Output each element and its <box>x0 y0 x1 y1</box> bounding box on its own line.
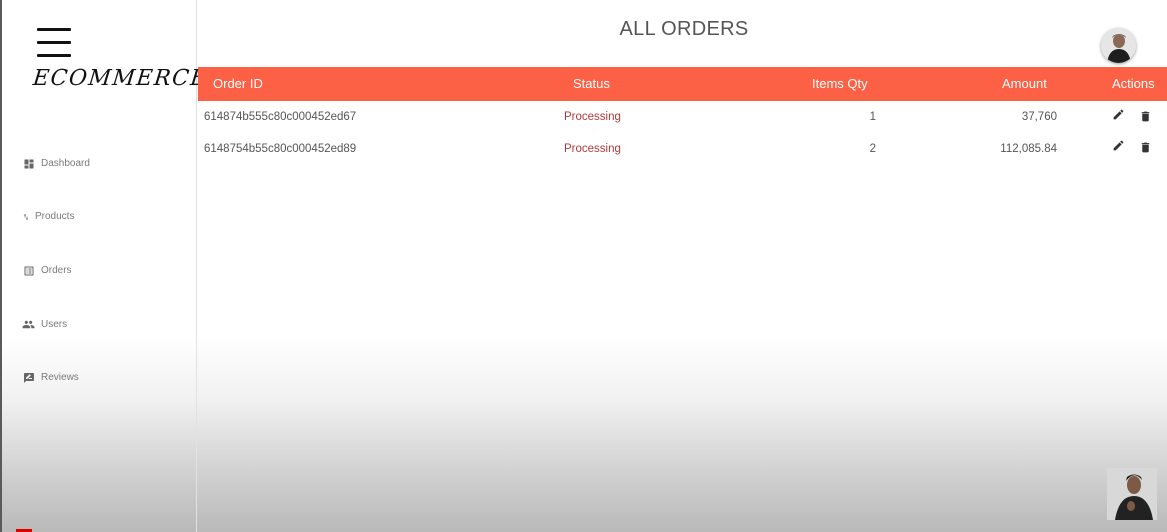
profile-avatar[interactable] <box>1101 28 1136 63</box>
order-id-cell: 6148754b55c80c000452ed89 <box>204 143 357 155</box>
sidebar-item-dashboard[interactable]: Dashboard <box>22 157 90 170</box>
page: ECOMMERCE. Dashboard Products Orders Use… <box>0 0 1167 532</box>
sidebar-item-label: Reviews <box>41 372 79 383</box>
sidebar-item-label: Orders <box>41 265 72 276</box>
status-cell: Processing <box>564 143 621 155</box>
sidebar-item-orders[interactable]: Orders <box>22 264 72 277</box>
delete-icon[interactable] <box>1139 141 1153 155</box>
status-cell: Processing <box>564 111 621 123</box>
qty-cell: 2 <box>869 143 876 155</box>
webcam-overlay <box>1107 468 1157 520</box>
dashboard-icon <box>22 157 35 170</box>
rate-review-icon <box>22 371 35 384</box>
table-row: 614874b555c80c000452ed67 Processing 1 37… <box>198 101 1167 133</box>
order-id-cell: 614874b555c80c000452ed67 <box>204 111 357 123</box>
edit-icon[interactable] <box>1112 139 1126 153</box>
column-header-status[interactable]: Status <box>573 67 610 101</box>
column-header-amount[interactable]: Amount <box>1002 67 1047 101</box>
sidebar-item-label: Users <box>41 319 68 330</box>
list-alt-icon <box>22 264 35 277</box>
amount-cell: 112,085.84 <box>1000 143 1057 155</box>
sidebar-item-reviews[interactable]: Reviews <box>22 371 79 384</box>
delete-icon[interactable] <box>1139 110 1153 124</box>
page-title: ALL ORDERS <box>619 18 749 40</box>
column-header-actions[interactable]: Actions <box>1112 67 1155 101</box>
people-icon <box>22 318 35 331</box>
amount-cell: 37,760 <box>1021 111 1057 123</box>
edit-icon[interactable] <box>1112 108 1126 122</box>
sidebar-item-label: Products <box>35 211 75 222</box>
sidebar-item-products[interactable]: Products <box>22 210 74 223</box>
orders-table-header: Order ID Status Items Qty Amount Actions <box>198 67 1167 101</box>
hamburger-menu-icon[interactable] <box>37 26 73 60</box>
column-header-order-id[interactable]: Order ID <box>213 67 263 101</box>
sidebar-item-users[interactable]: Users <box>22 318 67 331</box>
brand-logo[interactable]: ECOMMERCE. <box>32 66 218 91</box>
import-export-icon <box>22 210 30 223</box>
table-row: 6148754b55c80c000452ed89 Processing 2 11… <box>198 133 1167 165</box>
qty-cell: 1 <box>869 111 876 123</box>
sidebar-item-label: Dashboard <box>41 158 90 169</box>
column-header-items-qty[interactable]: Items Qty <box>812 67 868 101</box>
sidebar: ECOMMERCE. Dashboard Products Orders Use… <box>2 0 218 532</box>
